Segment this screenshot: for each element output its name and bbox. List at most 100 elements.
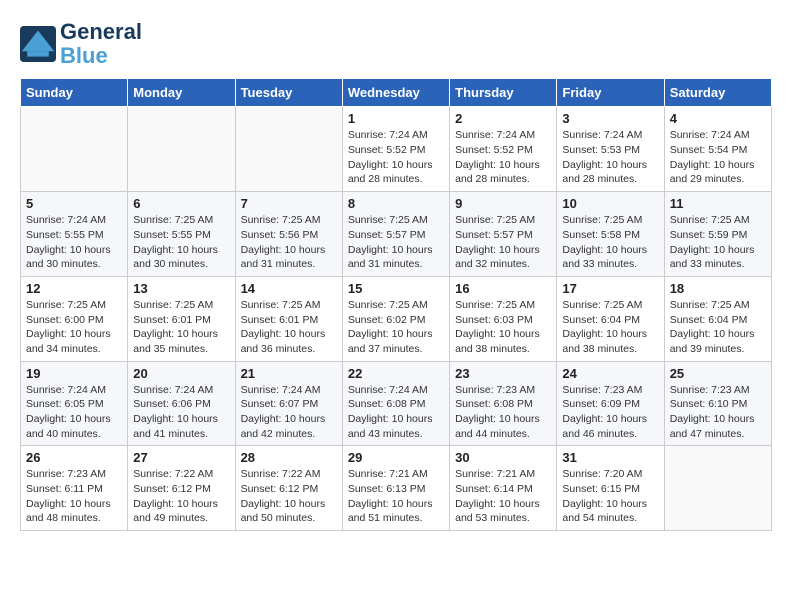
calendar-cell: 9 Sunrise: 7:25 AM Sunset: 5:57 PM Daylig… [450, 192, 557, 277]
day-number: 19 [26, 366, 122, 381]
calendar-cell: 7 Sunrise: 7:25 AM Sunset: 5:56 PM Daylig… [235, 192, 342, 277]
day-info: Sunrise: 7:24 AM Sunset: 6:08 PM Dayligh… [348, 383, 444, 442]
day-info: Sunrise: 7:23 AM Sunset: 6:11 PM Dayligh… [26, 467, 122, 526]
day-info: Sunrise: 7:25 AM Sunset: 6:00 PM Dayligh… [26, 298, 122, 357]
day-number: 5 [26, 196, 122, 211]
weekday-header-tuesday: Tuesday [235, 79, 342, 107]
day-info: Sunrise: 7:25 AM Sunset: 5:56 PM Dayligh… [241, 213, 337, 272]
calendar-table: SundayMondayTuesdayWednesdayThursdayFrid… [20, 78, 772, 531]
day-number: 20 [133, 366, 229, 381]
calendar-cell: 2 Sunrise: 7:24 AM Sunset: 5:52 PM Daylig… [450, 107, 557, 192]
day-number: 13 [133, 281, 229, 296]
weekday-header-saturday: Saturday [664, 79, 771, 107]
calendar-header: SundayMondayTuesdayWednesdayThursdayFrid… [21, 79, 772, 107]
day-info: Sunrise: 7:20 AM Sunset: 6:15 PM Dayligh… [562, 467, 658, 526]
logo-text: GeneralBlue [60, 20, 142, 68]
calendar-cell: 10Sunrise: 7:25 AM Sunset: 5:58 PM Dayli… [557, 192, 664, 277]
calendar-cell: 21 Sunrise: 7:24 AM Sunset: 6:07 PM Dayli… [235, 361, 342, 446]
day-number: 11 [670, 196, 766, 211]
day-number: 9 [455, 196, 551, 211]
calendar-cell: 4Sunrise: 7:24 AM Sunset: 5:54 PM Daylig… [664, 107, 771, 192]
day-number: 31 [562, 450, 658, 465]
calendar-cell [235, 107, 342, 192]
day-info: Sunrise: 7:25 AM Sunset: 5:57 PM Dayligh… [455, 213, 551, 272]
day-number: 2 [455, 111, 551, 126]
calendar-cell: 26Sunrise: 7:23 AM Sunset: 6:11 PM Dayli… [21, 446, 128, 531]
calendar-cell: 24Sunrise: 7:23 AM Sunset: 6:09 PM Dayli… [557, 361, 664, 446]
calendar-cell: 28 Sunrise: 7:22 AM Sunset: 6:12 PM Dayli… [235, 446, 342, 531]
calendar-cell [21, 107, 128, 192]
day-info: Sunrise: 7:24 AM Sunset: 5:53 PM Dayligh… [562, 128, 658, 187]
calendar-cell: 30 Sunrise: 7:21 AM Sunset: 6:14 PM Dayli… [450, 446, 557, 531]
day-info: Sunrise: 7:25 AM Sunset: 5:59 PM Dayligh… [670, 213, 766, 272]
day-number: 18 [670, 281, 766, 296]
calendar-cell: 29 Sunrise: 7:21 AM Sunset: 6:13 PM Dayli… [342, 446, 449, 531]
weekday-row: SundayMondayTuesdayWednesdayThursdayFrid… [21, 79, 772, 107]
day-info: Sunrise: 7:25 AM Sunset: 5:58 PM Dayligh… [562, 213, 658, 272]
day-info: Sunrise: 7:25 AM Sunset: 6:02 PM Dayligh… [348, 298, 444, 357]
week-row-0: 1Sunrise: 7:24 AM Sunset: 5:52 PM Daylig… [21, 107, 772, 192]
calendar-cell: 19 Sunrise: 7:24 AM Sunset: 6:05 PM Dayli… [21, 361, 128, 446]
calendar-cell: 12Sunrise: 7:25 AM Sunset: 6:00 PM Dayli… [21, 276, 128, 361]
day-number: 22 [348, 366, 444, 381]
calendar-cell: 11 Sunrise: 7:25 AM Sunset: 5:59 PM Dayli… [664, 192, 771, 277]
calendar-cell [128, 107, 235, 192]
calendar-cell: 3Sunrise: 7:24 AM Sunset: 5:53 PM Daylig… [557, 107, 664, 192]
weekday-header-friday: Friday [557, 79, 664, 107]
day-info: Sunrise: 7:25 AM Sunset: 6:01 PM Dayligh… [241, 298, 337, 357]
day-info: Sunrise: 7:25 AM Sunset: 6:04 PM Dayligh… [562, 298, 658, 357]
day-number: 7 [241, 196, 337, 211]
day-info: Sunrise: 7:25 AM Sunset: 5:57 PM Dayligh… [348, 213, 444, 272]
day-number: 29 [348, 450, 444, 465]
day-number: 30 [455, 450, 551, 465]
week-row-4: 26Sunrise: 7:23 AM Sunset: 6:11 PM Dayli… [21, 446, 772, 531]
weekday-header-sunday: Sunday [21, 79, 128, 107]
day-number: 15 [348, 281, 444, 296]
day-info: Sunrise: 7:24 AM Sunset: 5:52 PM Dayligh… [348, 128, 444, 187]
day-number: 27 [133, 450, 229, 465]
day-info: Sunrise: 7:24 AM Sunset: 5:55 PM Dayligh… [26, 213, 122, 272]
day-info: Sunrise: 7:24 AM Sunset: 6:07 PM Dayligh… [241, 383, 337, 442]
weekday-header-wednesday: Wednesday [342, 79, 449, 107]
day-info: Sunrise: 7:21 AM Sunset: 6:14 PM Dayligh… [455, 467, 551, 526]
calendar-cell: 20 Sunrise: 7:24 AM Sunset: 6:06 PM Dayli… [128, 361, 235, 446]
day-info: Sunrise: 7:24 AM Sunset: 5:52 PM Dayligh… [455, 128, 551, 187]
calendar-cell: 23 Sunrise: 7:23 AM Sunset: 6:08 PM Dayli… [450, 361, 557, 446]
day-info: Sunrise: 7:23 AM Sunset: 6:08 PM Dayligh… [455, 383, 551, 442]
calendar-cell: 27 Sunrise: 7:22 AM Sunset: 6:12 PM Dayli… [128, 446, 235, 531]
day-info: Sunrise: 7:25 AM Sunset: 6:03 PM Dayligh… [455, 298, 551, 357]
calendar-cell: 15 Sunrise: 7:25 AM Sunset: 6:02 PM Dayli… [342, 276, 449, 361]
day-info: Sunrise: 7:25 AM Sunset: 6:01 PM Dayligh… [133, 298, 229, 357]
calendar-cell: 31 Sunrise: 7:20 AM Sunset: 6:15 PM Dayli… [557, 446, 664, 531]
calendar-cell: 14 Sunrise: 7:25 AM Sunset: 6:01 PM Dayli… [235, 276, 342, 361]
day-number: 8 [348, 196, 444, 211]
day-number: 4 [670, 111, 766, 126]
page-header: GeneralBlue [20, 20, 772, 68]
day-number: 28 [241, 450, 337, 465]
day-info: Sunrise: 7:21 AM Sunset: 6:13 PM Dayligh… [348, 467, 444, 526]
day-info: Sunrise: 7:25 AM Sunset: 5:55 PM Dayligh… [133, 213, 229, 272]
calendar-cell: 16Sunrise: 7:25 AM Sunset: 6:03 PM Dayli… [450, 276, 557, 361]
day-info: Sunrise: 7:23 AM Sunset: 6:09 PM Dayligh… [562, 383, 658, 442]
week-row-2: 12Sunrise: 7:25 AM Sunset: 6:00 PM Dayli… [21, 276, 772, 361]
calendar-cell: 8 Sunrise: 7:25 AM Sunset: 5:57 PM Daylig… [342, 192, 449, 277]
calendar-cell: 22 Sunrise: 7:24 AM Sunset: 6:08 PM Dayli… [342, 361, 449, 446]
calendar-cell [664, 446, 771, 531]
day-number: 14 [241, 281, 337, 296]
logo-icon [20, 26, 56, 62]
logo: GeneralBlue [20, 20, 142, 68]
weekday-header-thursday: Thursday [450, 79, 557, 107]
calendar-cell: 18Sunrise: 7:25 AM Sunset: 6:04 PM Dayli… [664, 276, 771, 361]
day-info: Sunrise: 7:24 AM Sunset: 6:06 PM Dayligh… [133, 383, 229, 442]
calendar-body: 1Sunrise: 7:24 AM Sunset: 5:52 PM Daylig… [21, 107, 772, 531]
day-info: Sunrise: 7:22 AM Sunset: 6:12 PM Dayligh… [133, 467, 229, 526]
weekday-header-monday: Monday [128, 79, 235, 107]
day-number: 23 [455, 366, 551, 381]
calendar-cell: 13 Sunrise: 7:25 AM Sunset: 6:01 PM Dayli… [128, 276, 235, 361]
day-info: Sunrise: 7:24 AM Sunset: 6:05 PM Dayligh… [26, 383, 122, 442]
week-row-1: 5 Sunrise: 7:24 AM Sunset: 5:55 PM Daylig… [21, 192, 772, 277]
calendar-cell: 17Sunrise: 7:25 AM Sunset: 6:04 PM Dayli… [557, 276, 664, 361]
day-info: Sunrise: 7:22 AM Sunset: 6:12 PM Dayligh… [241, 467, 337, 526]
day-number: 21 [241, 366, 337, 381]
calendar-cell: 5 Sunrise: 7:24 AM Sunset: 5:55 PM Daylig… [21, 192, 128, 277]
